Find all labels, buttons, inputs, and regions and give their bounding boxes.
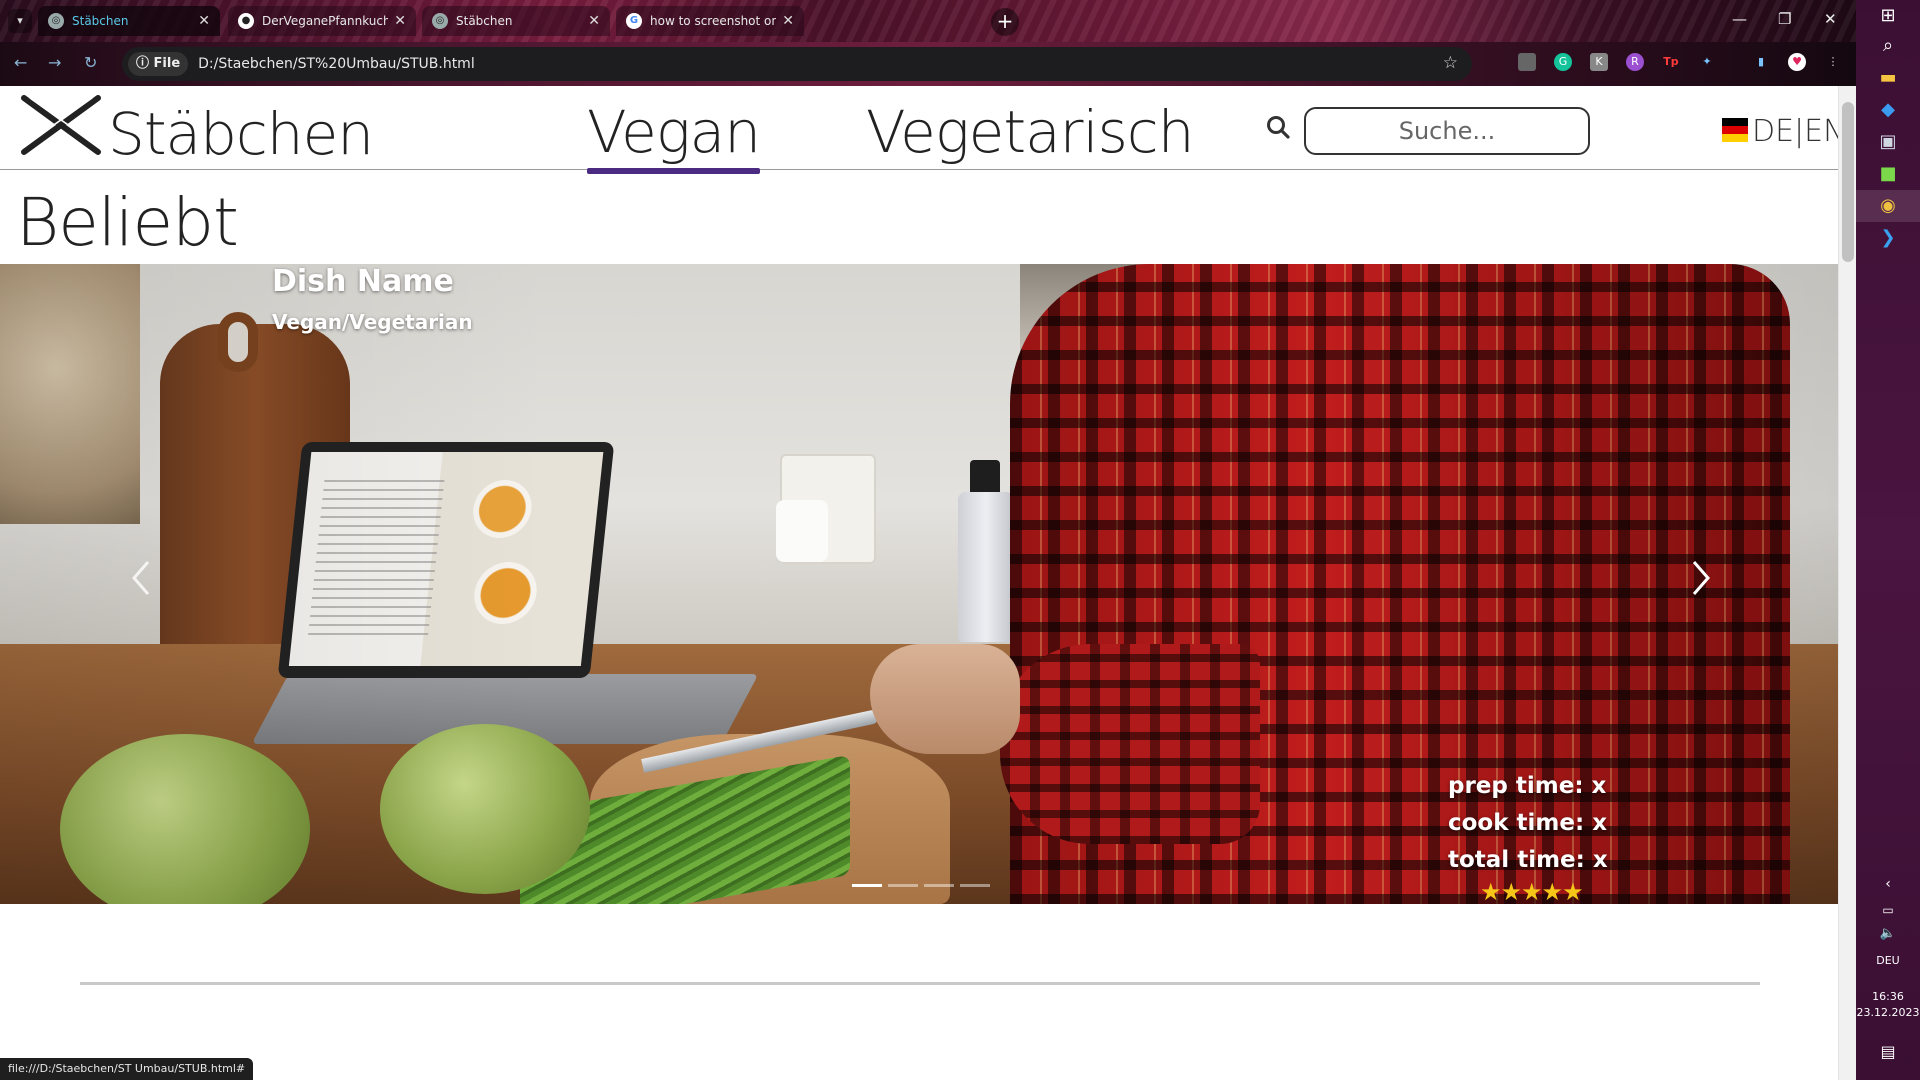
reload-icon[interactable]: ↻	[84, 53, 97, 72]
site-logo-text[interactable]: Stäbchen	[108, 100, 374, 168]
carousel-prev-icon[interactable]	[122, 556, 162, 600]
globe-icon: ◎	[48, 13, 64, 29]
app-icon[interactable]: ◆	[1876, 98, 1900, 122]
browser-tab-1[interactable]: ◎ Stäbchen ✕	[38, 6, 220, 36]
grammarly-icon[interactable]: G	[1554, 53, 1572, 71]
windows-start-icon[interactable]: ⊞	[1876, 4, 1900, 28]
dish-name[interactable]: Dish Name	[272, 264, 454, 299]
address-bar[interactable]: ⓘ File D:/Staebchen/ST%20Umbau/STUB.html…	[122, 47, 1472, 81]
close-tab-icon[interactable]: ✕	[588, 13, 600, 29]
carousel-indicators	[852, 884, 990, 887]
close-tab-icon[interactable]: ✕	[394, 13, 406, 29]
file-explorer-icon[interactable]: ▬	[1876, 66, 1900, 90]
globe-icon: ◎	[432, 13, 448, 29]
profile-icon[interactable]: ♥	[1788, 53, 1806, 71]
browser-toolbar: ← → ↻ ⓘ File D:/Staebchen/ST%20Umbau/STU…	[0, 42, 1856, 86]
close-window-icon[interactable]: ✕	[1824, 10, 1837, 28]
search-input[interactable]	[1304, 107, 1590, 155]
close-tab-icon[interactable]: ✕	[198, 13, 210, 29]
search-icon[interactable]	[1265, 114, 1291, 140]
app-icon[interactable]: ■	[1876, 162, 1900, 186]
carousel-indicator[interactable]	[960, 884, 990, 887]
site-info-chip[interactable]: ⓘ File	[128, 52, 189, 76]
clock-date[interactable]: 23.12.2023	[1856, 1006, 1920, 1019]
puzzle-icon[interactable]: ✦	[1698, 53, 1716, 71]
chevron-left-icon[interactable]: ‹	[1876, 872, 1900, 896]
site-header: Stäbchen Vegan Vegetarisch DE|EN	[0, 86, 1838, 174]
nav-vegetarisch[interactable]: Vegetarisch	[866, 98, 1194, 166]
app-icon[interactable]: ▣	[1876, 130, 1900, 154]
chrome-icon[interactable]: ◉	[1876, 194, 1900, 218]
volume-icon[interactable]: 🔈	[1876, 922, 1900, 946]
carousel-next-icon[interactable]	[1680, 556, 1720, 600]
chopsticks-logo-icon[interactable]	[20, 94, 102, 156]
german-flag-icon[interactable]	[1722, 118, 1748, 142]
close-tab-icon[interactable]: ✕	[782, 13, 794, 29]
extension-icon[interactable]: K	[1590, 53, 1608, 71]
search-icon[interactable]: ⌕	[1876, 34, 1900, 58]
bookmark-star-icon[interactable]: ☆	[1443, 53, 1458, 73]
total-time: total time: x	[1448, 847, 1608, 873]
rating-stars: ★★★★★	[1480, 878, 1584, 904]
notification-icon[interactable]: ▤	[1876, 1040, 1900, 1064]
carousel-indicator[interactable]	[888, 884, 918, 887]
browser-tab-strip: ▾ ◎ Stäbchen ✕ ● DerVeganePfannkuchen/St…	[0, 0, 1856, 42]
extension-icon[interactable]	[1518, 53, 1536, 71]
input-language[interactable]: DEU	[1856, 954, 1920, 967]
restore-icon[interactable]: ❐	[1778, 10, 1791, 28]
browser-tab-4[interactable]: G how to screenshot on windows ✕	[616, 6, 804, 36]
carousel-indicator[interactable]	[924, 884, 954, 887]
extension-icon[interactable]: Tp	[1662, 53, 1680, 71]
back-icon[interactable]: ←	[14, 53, 27, 72]
recipe-times: prep time: x cook time: x total time: x	[1448, 768, 1608, 879]
tray-icon[interactable]: ▭	[1876, 898, 1900, 922]
link-status-bar: file:///D:/Staebchen/ST Umbau/STUB.html#	[0, 1058, 254, 1080]
page-scrollbar[interactable]	[1838, 86, 1856, 1080]
google-icon: G	[626, 13, 642, 29]
cook-time: cook time: x	[1448, 810, 1608, 836]
side-panel-icon[interactable]: ▮	[1752, 53, 1770, 71]
dish-category: Vegan/Vegetarian	[272, 310, 473, 334]
popular-carousel[interactable]: Dish Name Vegan/Vegetarian prep time: x …	[0, 264, 1838, 904]
language-switch[interactable]: DE|EN	[1752, 114, 1838, 149]
forward-icon[interactable]: →	[48, 53, 61, 72]
carousel-indicator[interactable]	[852, 884, 882, 887]
extension-icon[interactable]: R	[1626, 53, 1644, 71]
section-divider	[80, 982, 1760, 985]
section-title: Beliebt	[16, 184, 239, 261]
prep-time: prep time: x	[1448, 773, 1607, 799]
minimize-icon[interactable]: —	[1732, 10, 1747, 28]
address-url[interactable]: D:/Staebchen/ST%20Umbau/STUB.html	[198, 56, 475, 72]
page-viewport: Stäbchen Vegan Vegetarisch DE|EN Beliebt	[0, 86, 1838, 1080]
nav-vegan[interactable]: Vegan	[587, 98, 761, 174]
vscode-icon[interactable]: ❯	[1876, 226, 1900, 250]
menu-dots-icon[interactable]: ⋮	[1824, 53, 1842, 71]
github-icon: ●	[238, 13, 254, 29]
browser-tab-3[interactable]: ◎ Stäbchen ✕	[422, 6, 610, 36]
new-tab-button[interactable]: +	[991, 8, 1019, 36]
windows-taskbar: ⊞ ⌕ ▬ ◆ ▣ ■ ◉ ❯ ‹ ▭ 🔈 DEU 16:36 23.12.20…	[1856, 0, 1920, 1080]
clock-time[interactable]: 16:36	[1856, 990, 1920, 1003]
scrollbar-thumb[interactable]	[1842, 102, 1854, 262]
tab-list-button[interactable]: ▾	[8, 9, 32, 33]
browser-tab-2[interactable]: ● DerVeganePfannkuchen/Staeb ✕	[228, 6, 416, 36]
